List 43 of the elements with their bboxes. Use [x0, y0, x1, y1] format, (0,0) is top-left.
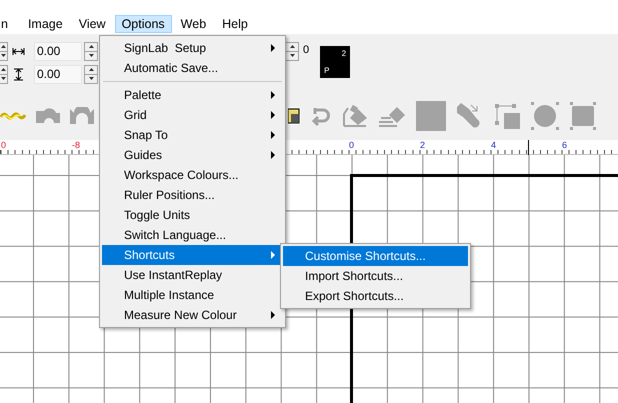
- counter-label: 0: [303, 44, 310, 56]
- menu-item[interactable]: Switch Language...: [102, 225, 283, 245]
- ruler-label: 0: [349, 140, 356, 152]
- menu-item[interactable]: Automatic Save...: [102, 58, 283, 78]
- spin-buttons[interactable]: [84, 64, 98, 84]
- clipboard-icon[interactable]: [288, 108, 300, 124]
- menu-title[interactable]: Options: [114, 15, 172, 33]
- squiggle-icon[interactable]: [0, 111, 26, 121]
- preview-bottom-text: P: [324, 66, 330, 75]
- menu-title[interactable]: Help: [215, 15, 255, 33]
- spin-buttons[interactable]: [0, 42, 8, 60]
- menu-item[interactable]: Customise Shortcuts...: [283, 246, 468, 266]
- width-field[interactable]: 0.00: [34, 42, 82, 60]
- ruler-label: 4: [491, 140, 498, 152]
- spin-buttons[interactable]: [285, 42, 299, 60]
- menu-title[interactable]: View: [72, 15, 113, 33]
- menu-item[interactable]: Import Shortcuts...: [283, 266, 468, 286]
- preview-top-text: 2: [342, 49, 346, 58]
- menu-item[interactable]: Snap To: [102, 125, 283, 145]
- menu-item[interactable]: Use InstantReplay: [102, 265, 283, 285]
- menu-title[interactable]: Image: [20, 15, 70, 33]
- menu-item[interactable]: SignLab Setup: [102, 38, 283, 58]
- ruler-label: 2: [420, 140, 426, 152]
- spin-buttons[interactable]: [0, 64, 8, 84]
- ruler-label: -8: [72, 140, 82, 152]
- menu-item[interactable]: Workspace Colours...: [102, 165, 283, 185]
- menu-item[interactable]: Palette: [102, 85, 283, 105]
- menu-title[interactable]: Web: [174, 15, 214, 33]
- height-field[interactable]: 0.00: [34, 64, 82, 84]
- menu-item[interactable]: Guides: [102, 145, 283, 165]
- ruler-label: 6: [562, 140, 568, 152]
- menu-item[interactable]: Toggle Units: [102, 205, 283, 225]
- menu-item[interactable]: Export Shortcuts...: [283, 286, 468, 306]
- menu-item[interactable]: Grid: [102, 105, 283, 125]
- menu-item[interactable]: Multiple Instance: [102, 285, 283, 305]
- menu-item[interactable]: Shortcuts: [102, 245, 283, 265]
- menu-item[interactable]: Ruler Positions...: [102, 185, 283, 205]
- menu-title[interactable]: n: [0, 15, 15, 33]
- ruler-label: 0: [1, 140, 8, 152]
- spin-buttons[interactable]: [84, 42, 98, 60]
- height-arrow-icon: [14, 68, 23, 80]
- width-arrow-icon: [12, 48, 25, 54]
- menu-item[interactable]: Measure New Colour: [102, 305, 283, 325]
